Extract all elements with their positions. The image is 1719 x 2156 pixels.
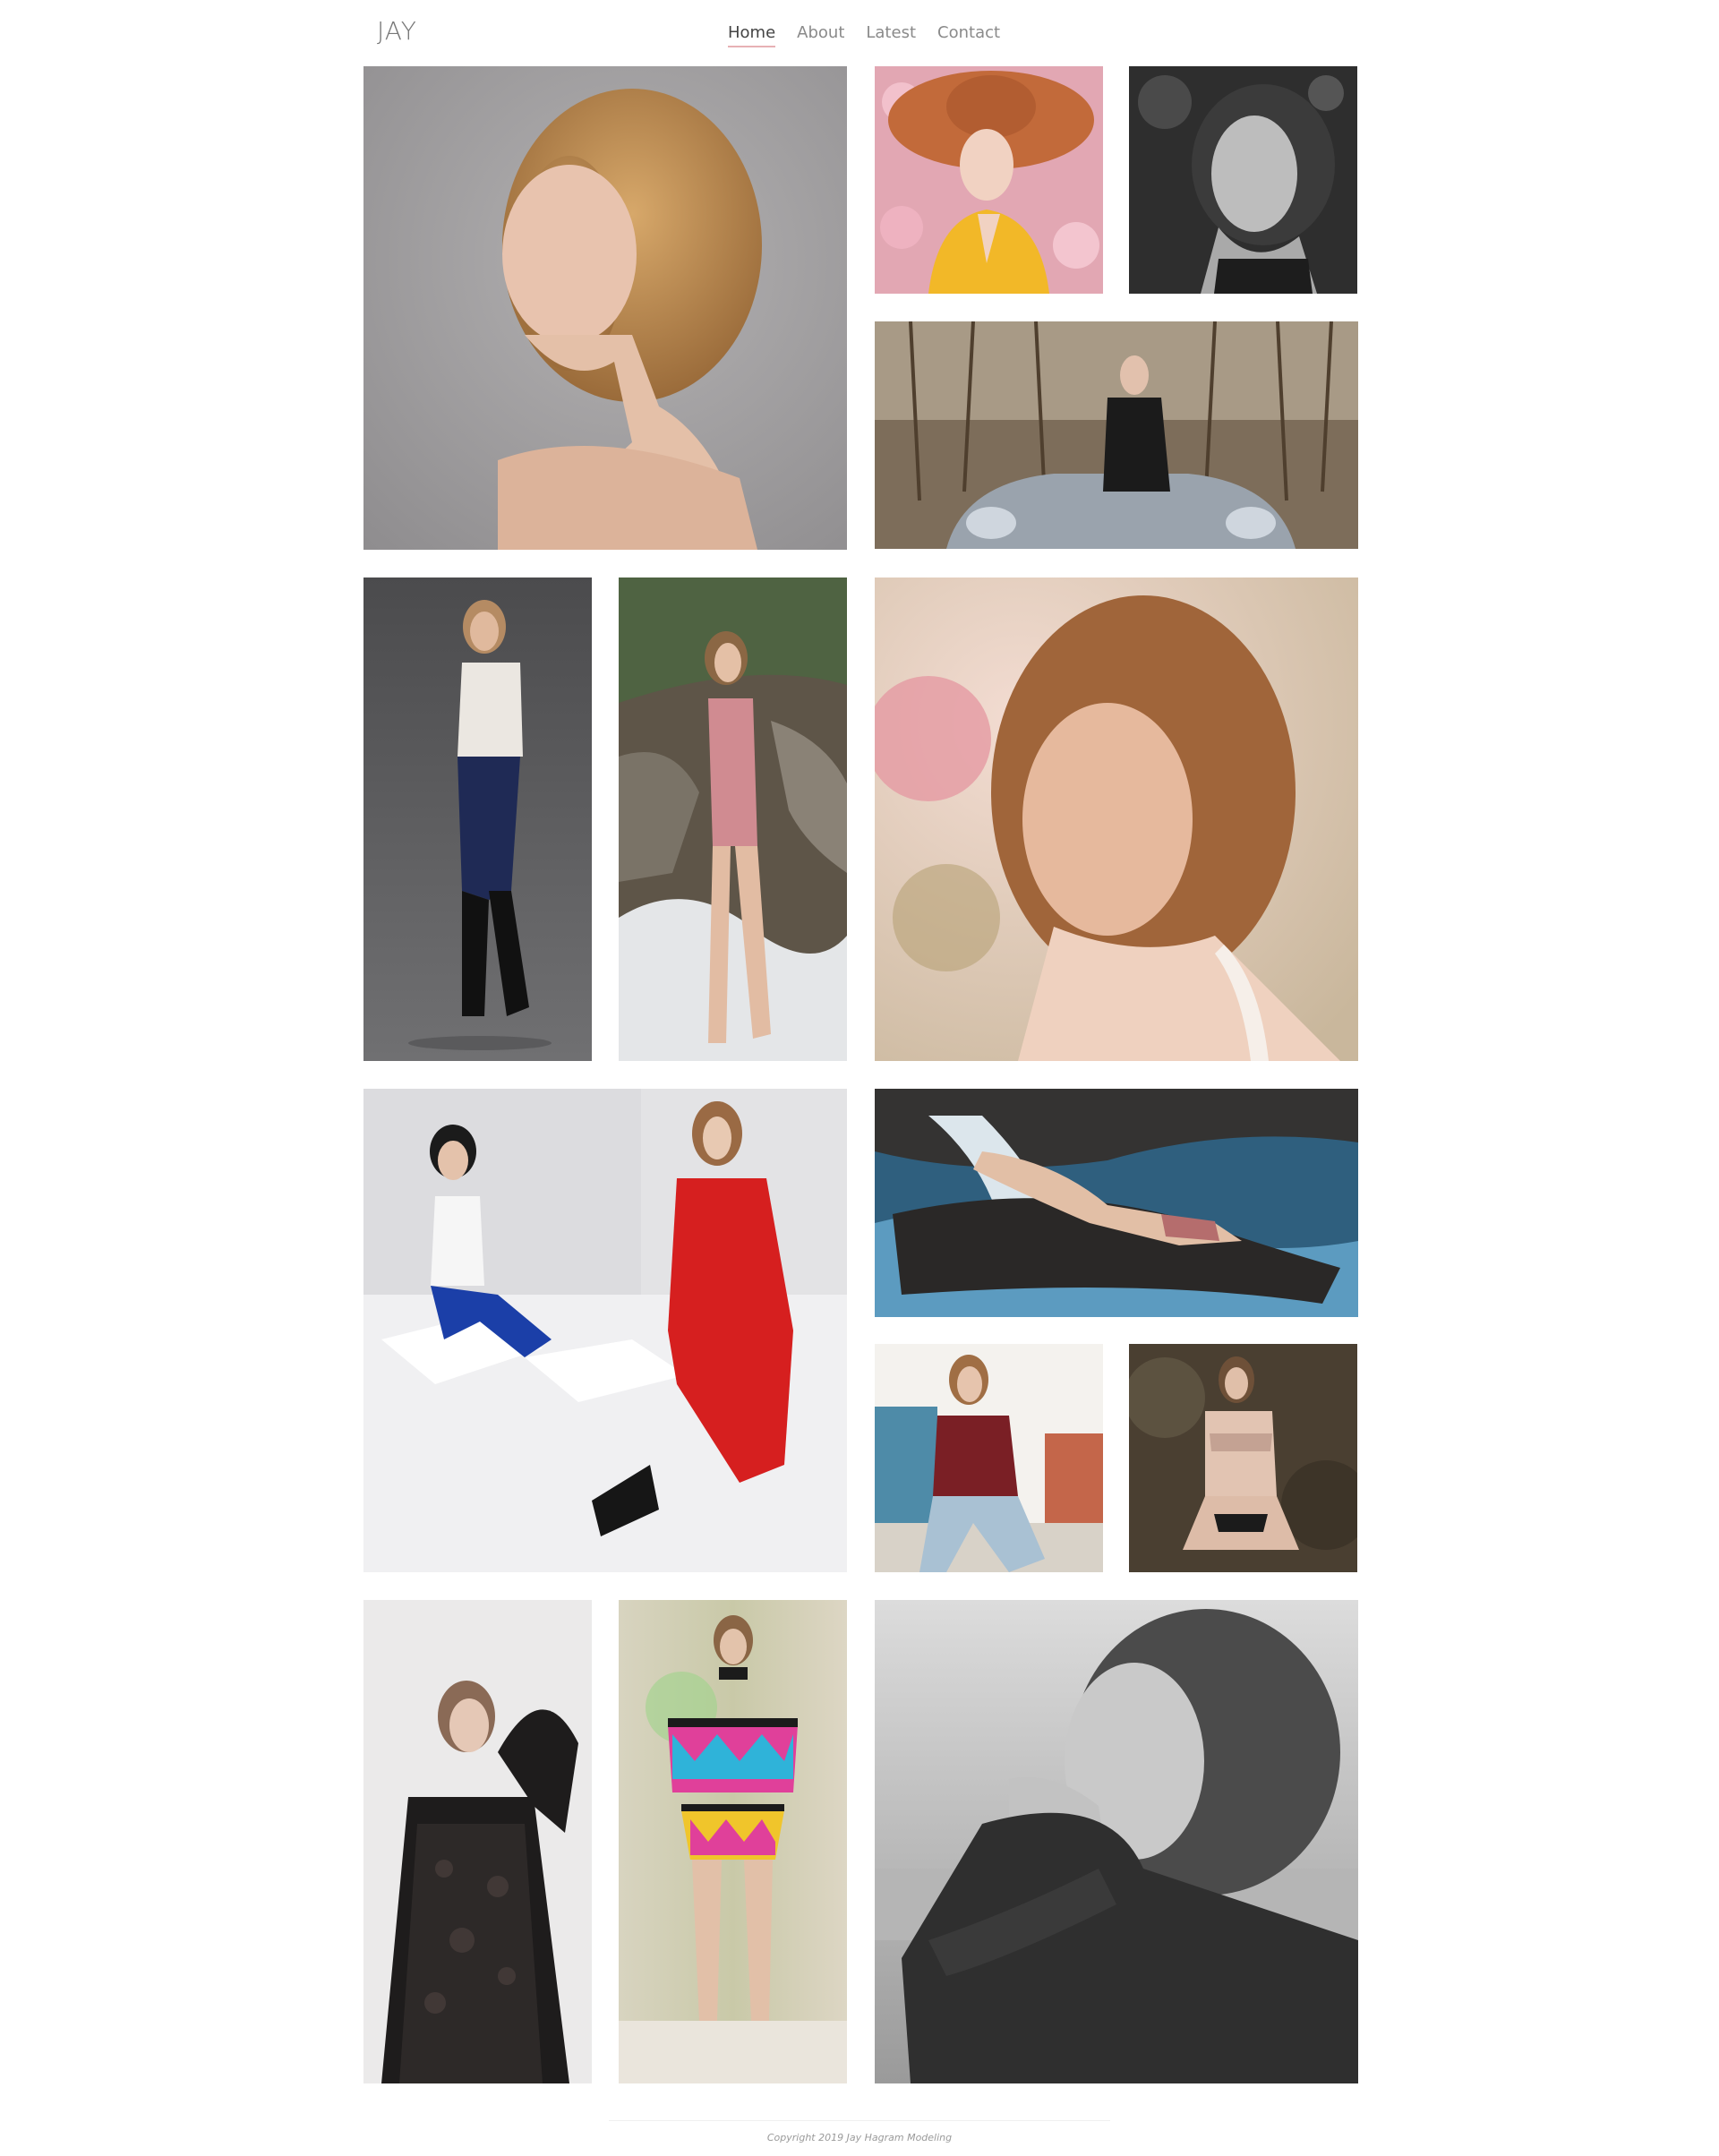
gallery-photo[interactable] (619, 578, 847, 1061)
gallery-photo[interactable] (875, 1344, 1103, 1572)
hat-portrait-photo (875, 66, 1103, 294)
copyright-text: Copyright 2019 Jay Hagram Modeling (766, 2132, 953, 2143)
gallery-photo[interactable] (875, 321, 1358, 549)
gallery-photo[interactable] (363, 66, 847, 550)
gallery-photo[interactable] (875, 66, 1103, 294)
bw-portrait-photo (1129, 66, 1357, 294)
gallery-photo[interactable] (363, 578, 592, 1061)
two-models-photo (363, 1089, 847, 1572)
full-length-studio-photo (363, 578, 592, 1061)
footer-divider (609, 2120, 1110, 2121)
car-forest-photo (875, 321, 1358, 549)
lace-dress-photo (363, 1600, 592, 2083)
gallery-photo[interactable] (619, 1600, 847, 2083)
gallery-photo[interactable] (875, 1600, 1358, 2083)
forest-lingerie-photo (1129, 1344, 1357, 1572)
reclining-rock-photo (875, 1089, 1358, 1317)
gallery-photo[interactable] (875, 578, 1358, 1061)
gallery-photo[interactable] (363, 1089, 847, 1572)
gallery-photo[interactable] (1129, 1344, 1357, 1572)
gallery-photo[interactable] (875, 1089, 1358, 1317)
runway-print-photo (619, 1600, 847, 2083)
gallery-photo[interactable] (363, 1600, 592, 2083)
red-sweater-photo (875, 1344, 1103, 1572)
gallery-photo[interactable] (1129, 66, 1357, 294)
warm-portrait-photo (875, 578, 1358, 1061)
bw-sweater-portrait-photo (875, 1600, 1358, 2083)
waterfall-bodysuit-photo (619, 578, 847, 1061)
portrait-photo (363, 66, 847, 550)
photo-gallery (0, 0, 1719, 2156)
